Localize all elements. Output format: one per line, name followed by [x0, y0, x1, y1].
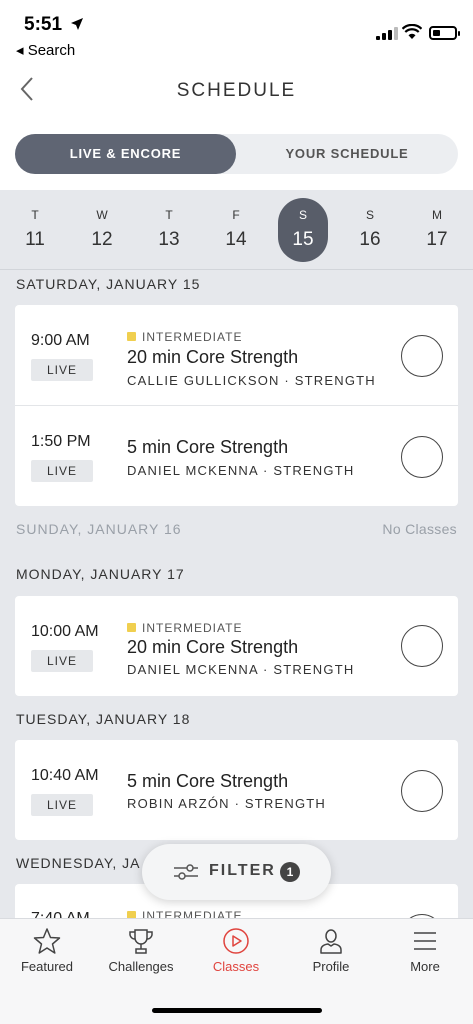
day-item[interactable]: S 16 [345, 208, 395, 262]
class-time: 10:00 AM [31, 623, 99, 640]
header: SCHEDULE LIVE & ENCORE YOUR SCHEDULE [0, 64, 473, 190]
filter-button[interactable]: FILTER 1 [142, 844, 331, 900]
wifi-icon [402, 24, 422, 39]
status-time: 5:51 [24, 14, 63, 35]
person-icon [320, 929, 342, 954]
level-indicator-icon [127, 911, 136, 918]
filter-label: FILTER [209, 862, 276, 879]
back-to-search-link[interactable]: ◂ Search [16, 41, 75, 59]
section-heading: SATURDAY, JANUARY 15 [16, 276, 201, 292]
day-number: 11 [25, 229, 45, 250]
day-number: 13 [158, 229, 180, 250]
tab-label: More [410, 959, 440, 974]
no-classes-label: No Classes [382, 521, 457, 537]
day-number: 12 [91, 229, 113, 250]
day-item[interactable]: T 11 [10, 208, 60, 262]
play-circle-icon [223, 928, 249, 954]
class-time: 10:40 AM [31, 767, 99, 784]
class-card: 10:40 AM LIVE 5 min Core Strength ROBIN … [15, 740, 458, 840]
day-letter: W [96, 208, 108, 222]
day-number: 17 [426, 229, 448, 250]
day-letter: S [365, 208, 374, 222]
day-item[interactable]: W 12 [77, 208, 127, 262]
cellular-signal-icon [376, 26, 398, 40]
day-letter: S [298, 208, 307, 222]
home-indicator [152, 1008, 322, 1013]
class-row[interactable]: 1:50 PM LIVE 5 min Core Strength DANIEL … [15, 405, 458, 506]
class-title: 5 min Core Strength [127, 771, 289, 791]
trophy-icon [129, 929, 153, 954]
level-indicator-icon [127, 332, 136, 341]
menu-icon [414, 932, 436, 950]
day-letter: T [165, 208, 173, 222]
class-time: 9:00 AM [31, 332, 90, 349]
day-item[interactable]: F 14 [211, 208, 261, 262]
day-item[interactable]: T 13 [144, 208, 194, 262]
class-meta: ROBIN ARZÓN · STRENGTH [127, 796, 327, 811]
level-label: INTERMEDIATE [127, 909, 242, 918]
day-letter: F [232, 208, 240, 222]
filter-count-badge: 1 [280, 862, 300, 882]
day-number: 16 [359, 229, 381, 250]
class-title: 20 min Core Strength [127, 347, 299, 367]
live-badge: LIVE [31, 794, 93, 816]
day-letter: T [31, 208, 39, 222]
section-heading: WEDNESDAY, JA [16, 855, 141, 871]
level-label: INTERMEDIATE [127, 330, 242, 344]
day-selector: T 11 W 12 T 13 F 14 S 15 S 16 M 17 [0, 190, 473, 270]
live-badge: LIVE [31, 359, 93, 381]
class-time: 1:50 PM [31, 433, 91, 450]
level-label: INTERMEDIATE [127, 621, 242, 635]
class-card: 10:00 AM LIVE INTERMEDIATE 20 min Core S… [15, 596, 458, 696]
section-heading: MONDAY, JANUARY 17 [16, 566, 185, 582]
day-number: 14 [225, 229, 247, 250]
class-meta: DANIEL MCKENNA · STRENGTH [127, 463, 355, 478]
tab-label: Profile [312, 959, 350, 974]
day-number: 15 [292, 229, 314, 250]
class-row[interactable]: 9:00 AM LIVE INTERMEDIATE 20 min Core St… [15, 305, 458, 405]
location-arrow-icon [71, 18, 83, 30]
add-to-schedule-button[interactable] [401, 335, 443, 377]
star-icon [33, 928, 61, 954]
add-to-schedule-button[interactable] [401, 770, 443, 812]
status-bar: 5:51 ◂ Search [0, 0, 473, 64]
add-to-schedule-button[interactable] [401, 436, 443, 478]
tab-your-schedule[interactable]: YOUR SCHEDULE [236, 134, 458, 174]
live-badge: LIVE [31, 460, 93, 482]
class-meta: CALLIE GULLICKSON · STRENGTH [127, 373, 376, 388]
class-title: 5 min Core Strength [127, 437, 289, 457]
day-letter: M [432, 208, 442, 222]
class-row[interactable]: 10:40 AM LIVE 5 min Core Strength ROBIN … [15, 740, 458, 840]
section-heading: SUNDAY, JANUARY 16 [16, 521, 182, 537]
add-to-schedule-button[interactable] [401, 625, 443, 667]
level-text: INTERMEDIATE [142, 909, 243, 918]
class-title: 20 min Core Strength [127, 637, 299, 657]
level-indicator-icon [127, 623, 136, 632]
tab-label: Challenges [108, 959, 174, 974]
page-title: SCHEDULE [176, 80, 297, 101]
tab-more[interactable]: More [378, 927, 472, 974]
tab-label: Featured [20, 959, 74, 974]
class-row[interactable]: 10:00 AM LIVE INTERMEDIATE 20 min Core S… [15, 596, 458, 696]
level-text: INTERMEDIATE [142, 330, 243, 344]
day-item[interactable]: M 17 [412, 208, 462, 262]
level-text: INTERMEDIATE [142, 621, 243, 635]
battery-icon [429, 26, 460, 40]
tab-live-encore[interactable]: LIVE & ENCORE [15, 134, 236, 174]
segmented-control: LIVE & ENCORE YOUR SCHEDULE [15, 134, 458, 174]
tab-profile[interactable]: Profile [284, 927, 378, 974]
live-badge: LIVE [31, 650, 93, 672]
section-heading: TUESDAY, JANUARY 18 [16, 711, 191, 727]
tab-label: Classes [212, 959, 260, 974]
tab-classes[interactable]: Classes [189, 927, 283, 974]
tab-featured[interactable]: Featured [0, 927, 94, 974]
class-time: 7:40 AM [31, 910, 90, 918]
sliders-icon [174, 864, 198, 880]
tab-challenges[interactable]: Challenges [94, 927, 188, 974]
day-item-selected[interactable]: S 15 [278, 198, 328, 262]
class-meta: DANIEL MCKENNA · STRENGTH [127, 662, 355, 677]
class-card: 9:00 AM LIVE INTERMEDIATE 20 min Core St… [15, 305, 458, 506]
